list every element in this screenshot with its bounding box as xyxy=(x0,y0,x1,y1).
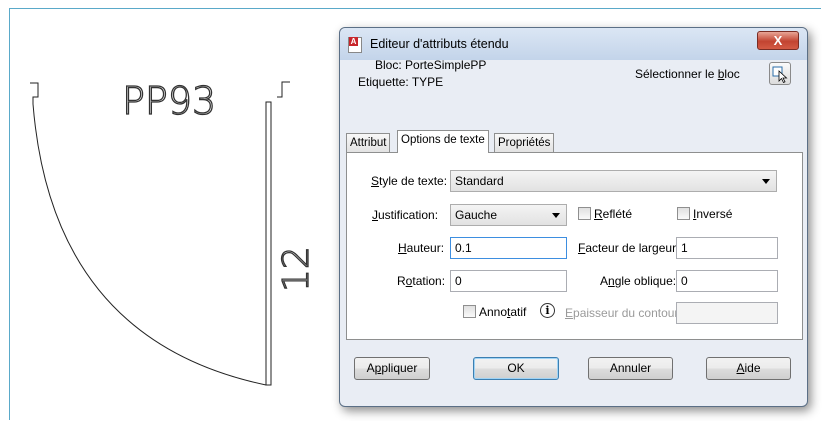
style-select[interactable]: Standard xyxy=(450,170,777,192)
select-block-label: Sélectionner le bloc xyxy=(635,67,740,81)
facteur-label: Facteur de largeur: xyxy=(578,241,680,255)
door-swing-arc xyxy=(32,103,267,386)
chevron-down-icon xyxy=(762,179,770,184)
etiquette-label: Etiquette: TYPE xyxy=(358,75,444,89)
autocad-icon: A xyxy=(348,37,362,53)
justification-value: Gauche xyxy=(455,208,498,222)
right-jamb xyxy=(277,81,290,98)
dialog-title: Editeur d'attributs étendu xyxy=(370,37,509,51)
dialog-titlebar[interactable]: A Editeur d'attributs étendu X xyxy=(340,28,807,60)
epaisseur-label: Epaisseur du contour: xyxy=(565,306,682,320)
tab-attribut[interactable]: Attribut xyxy=(346,133,391,153)
reflete-checkbox[interactable] xyxy=(578,207,591,220)
help-button[interactable]: Aide xyxy=(706,357,791,380)
style-label: Style de texte: xyxy=(371,174,448,188)
chevron-down-icon xyxy=(552,213,560,218)
justification-select[interactable]: Gauche xyxy=(450,204,567,226)
select-block-button[interactable] xyxy=(769,62,791,85)
left-jamb xyxy=(30,82,39,104)
info-icon[interactable]: i xyxy=(540,303,555,318)
angle-input[interactable]: 0 xyxy=(676,270,778,292)
annotatif-label: Annotatif xyxy=(479,305,527,319)
inverse-checkbox[interactable] xyxy=(677,207,690,220)
apply-button[interactable]: Appliquer xyxy=(354,357,430,380)
tab-options-texte[interactable]: Options de texte xyxy=(397,130,489,153)
justification-label: Justification: xyxy=(372,208,439,222)
cancel-button[interactable]: Annuler xyxy=(588,357,673,380)
annotatif-checkbox[interactable] xyxy=(463,305,476,318)
bloc-label: Bloc: PorteSimplePP xyxy=(375,58,487,72)
facteur-input[interactable]: 1 xyxy=(676,237,778,259)
rotation-input[interactable]: 0 xyxy=(450,270,567,292)
inverse-label: Inversé xyxy=(693,207,733,221)
hauteur-input[interactable]: 0.1 xyxy=(450,237,567,259)
style-value: Standard xyxy=(455,174,504,188)
close-button[interactable]: X xyxy=(757,31,799,50)
rotation-label: Rotation: xyxy=(397,274,446,288)
reflete-label: Reflété xyxy=(594,207,633,221)
epaisseur-input[interactable] xyxy=(676,302,778,324)
hauteur-label: Hauteur: xyxy=(398,241,445,255)
select-cursor-icon xyxy=(772,66,788,84)
door-leaf xyxy=(265,101,272,386)
angle-label: Angle oblique: xyxy=(600,274,677,288)
drawing-label-side: 12 xyxy=(276,246,317,292)
tab-proprietes[interactable]: Propriétés xyxy=(494,133,555,153)
ok-button[interactable]: OK xyxy=(473,357,559,380)
drawing-label-top: PP93 xyxy=(122,79,216,123)
